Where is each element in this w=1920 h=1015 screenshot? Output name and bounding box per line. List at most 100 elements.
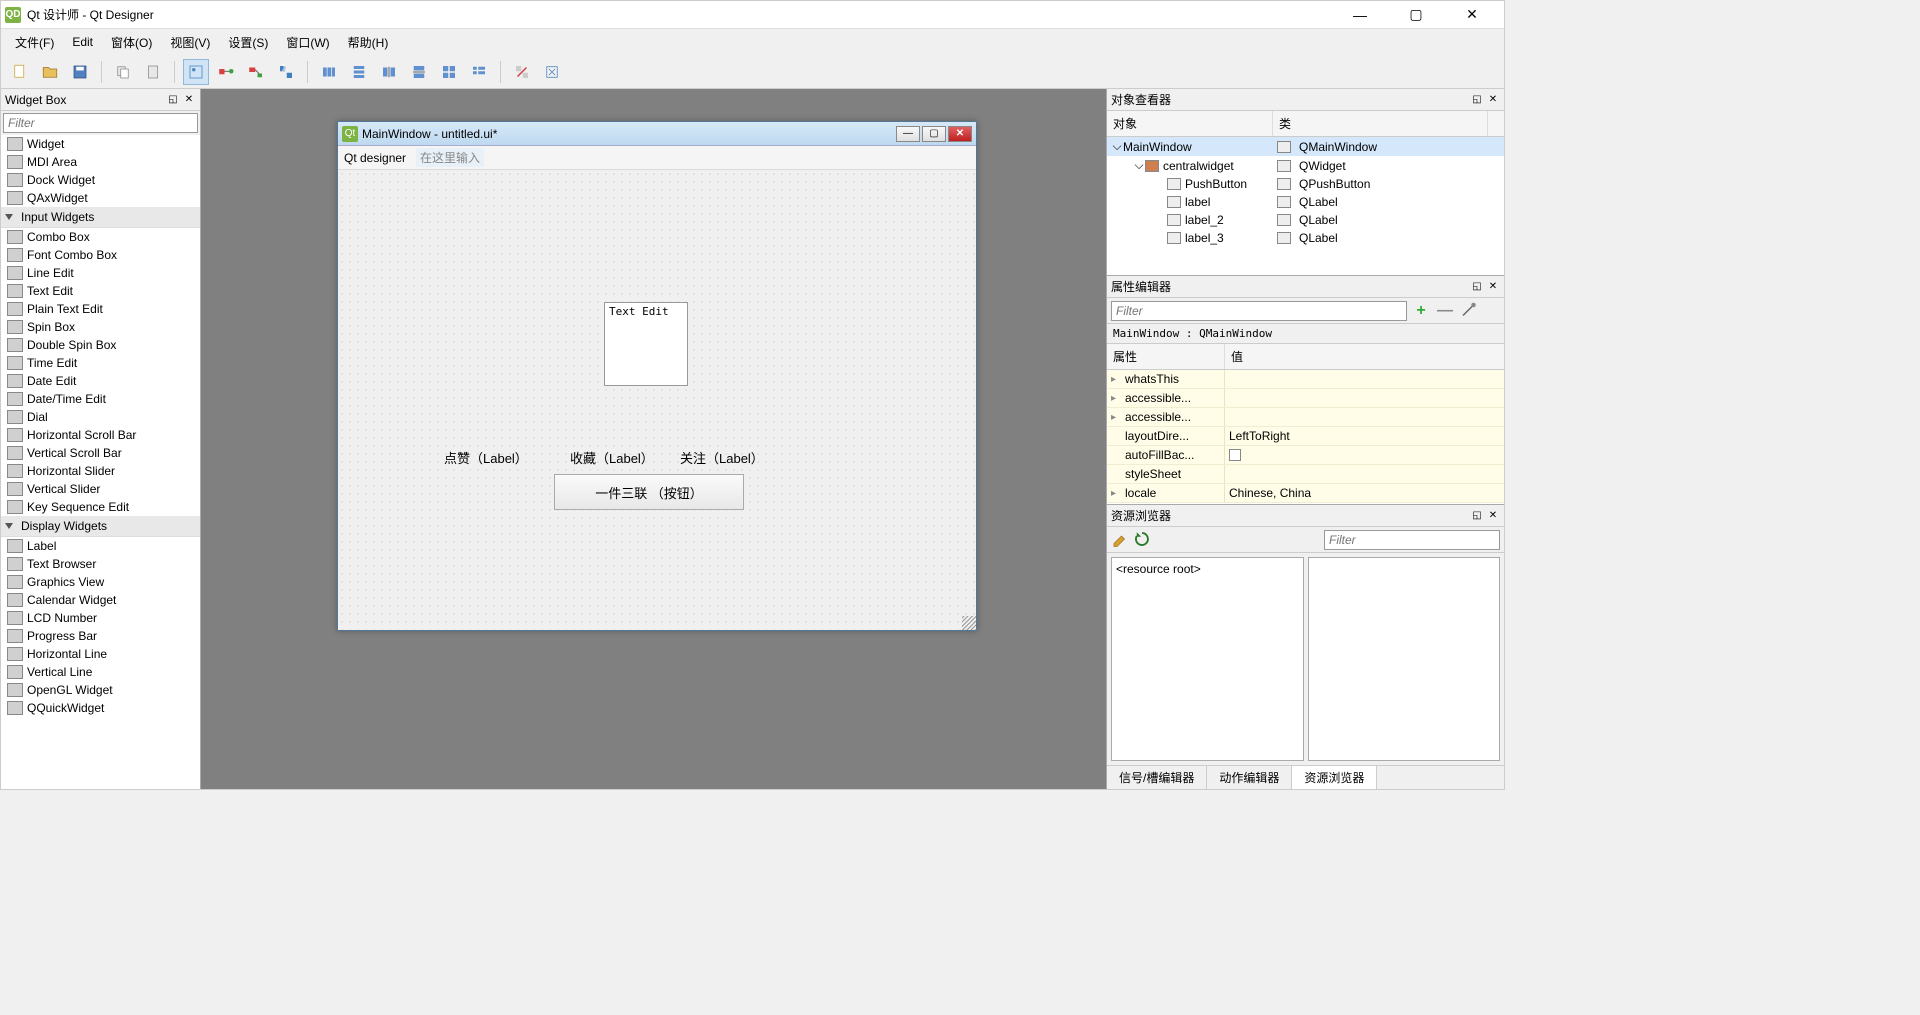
design-form-window[interactable]: Qt MainWindow - untitled.ui* — ▢ ✕ Qt de… — [337, 121, 977, 631]
layout-horizontal-button[interactable] — [316, 59, 342, 85]
widget-item[interactable]: Vertical Line — [1, 663, 200, 681]
layout-horizontal-splitter-button[interactable] — [376, 59, 402, 85]
design-textedit[interactable]: Text Edit — [604, 302, 688, 386]
menu-item[interactable]: 窗体(O) — [103, 31, 160, 54]
panel-float-button[interactable]: ◱ — [1470, 93, 1484, 107]
widget-item[interactable]: Text Browser — [1, 555, 200, 573]
design-menu-item[interactable]: Qt designer — [344, 151, 406, 165]
property-header-value[interactable]: 值 — [1225, 344, 1488, 369]
paste-button[interactable] — [140, 59, 166, 85]
property-value[interactable]: LeftToRight — [1229, 429, 1290, 443]
property-remove-button[interactable]: — — [1435, 301, 1455, 321]
widget-item[interactable]: Double Spin Box — [1, 336, 200, 354]
widget-item[interactable]: Plain Text Edit — [1, 300, 200, 318]
widget-item[interactable]: Horizontal Line — [1, 645, 200, 663]
bottom-tab[interactable]: 资源浏览器 — [1292, 766, 1377, 789]
expand-arrow-icon[interactable]: ▸ — [1111, 412, 1121, 423]
design-minimize-button[interactable]: — — [896, 126, 920, 142]
panel-float-button[interactable]: ◱ — [1470, 280, 1484, 294]
object-row[interactable]: label_2QLabel — [1107, 211, 1504, 229]
edit-signals-button[interactable] — [213, 59, 239, 85]
widget-item[interactable]: Spin Box — [1, 318, 200, 336]
property-add-button[interactable]: + — [1411, 301, 1431, 321]
widget-item[interactable]: Label — [1, 537, 200, 555]
layout-form-button[interactable] — [466, 59, 492, 85]
resource-filter[interactable] — [1324, 530, 1500, 550]
widget-item[interactable]: OpenGL Widget — [1, 681, 200, 699]
widget-item[interactable]: Horizontal Slider — [1, 462, 200, 480]
menu-item[interactable]: 设置(S) — [220, 31, 276, 54]
menu-item[interactable]: 窗口(W) — [278, 31, 337, 54]
object-row[interactable]: labelQLabel — [1107, 193, 1504, 211]
edit-buddies-button[interactable] — [243, 59, 269, 85]
close-button[interactable]: ✕ — [1452, 3, 1492, 27]
expand-arrow-icon[interactable]: ▸ — [1111, 374, 1121, 385]
property-table[interactable]: 属性 值 ▸whatsThis▸accessible...▸accessible… — [1107, 344, 1504, 504]
property-header-name[interactable]: 属性 — [1107, 344, 1225, 369]
widget-item[interactable]: Date Edit — [1, 372, 200, 390]
property-filter[interactable] — [1111, 301, 1407, 321]
expand-arrow-icon[interactable]: ▸ — [1111, 393, 1121, 404]
widget-item[interactable]: Calendar Widget — [1, 591, 200, 609]
panel-float-button[interactable]: ◱ — [166, 93, 180, 107]
expand-arrow-icon[interactable]: ▸ — [1111, 488, 1121, 499]
widget-box-filter[interactable] — [3, 113, 198, 133]
minimize-button[interactable]: — — [1340, 3, 1380, 27]
object-header-class[interactable]: 类 — [1273, 111, 1488, 136]
design-central-widget[interactable]: Text Edit 点赞（Label） 收藏（Label） 关注（Label） … — [338, 170, 976, 630]
property-row[interactable]: autoFillBac... — [1107, 446, 1504, 465]
widget-item[interactable]: Line Edit — [1, 264, 200, 282]
object-row[interactable]: PushButtonQPushButton — [1107, 175, 1504, 193]
widget-item[interactable]: Key Sequence Edit — [1, 498, 200, 516]
panel-close-button[interactable]: ✕ — [1486, 509, 1500, 523]
widget-item[interactable]: QAxWidget — [1, 189, 200, 207]
property-row[interactable]: layoutDire...LeftToRight — [1107, 427, 1504, 446]
property-config-button[interactable] — [1459, 301, 1479, 321]
layout-grid-button[interactable] — [436, 59, 462, 85]
widget-item[interactable]: Dock Widget — [1, 171, 200, 189]
design-label-3[interactable]: 关注（Label） — [680, 448, 764, 467]
design-menu-hint[interactable]: 在这里输入 — [416, 148, 484, 167]
widget-item[interactable]: Graphics View — [1, 573, 200, 591]
new-file-button[interactable] — [7, 59, 33, 85]
copy-button[interactable] — [110, 59, 136, 85]
resize-grip-icon[interactable] — [962, 616, 976, 630]
menu-item[interactable]: 帮助(H) — [340, 31, 397, 54]
edit-widgets-button[interactable] — [183, 59, 209, 85]
resource-preview-pane[interactable] — [1308, 557, 1501, 761]
property-row[interactable]: ▸accessible... — [1107, 408, 1504, 427]
widget-tree[interactable]: WidgetMDI AreaDock WidgetQAxWidgetInput … — [1, 135, 200, 789]
menu-item[interactable]: 视图(V) — [162, 31, 218, 54]
bottom-tab[interactable]: 动作编辑器 — [1207, 766, 1292, 789]
widget-item[interactable]: QQuickWidget — [1, 699, 200, 717]
widget-item[interactable]: Combo Box — [1, 228, 200, 246]
design-label-2[interactable]: 收藏（Label） — [570, 448, 654, 467]
widget-item[interactable]: Dial — [1, 408, 200, 426]
design-maximize-button[interactable]: ▢ — [922, 126, 946, 142]
property-value[interactable]: Chinese, China — [1229, 486, 1311, 500]
object-row[interactable]: ⌵MainWindowQMainWindow — [1107, 137, 1504, 156]
open-file-button[interactable] — [37, 59, 63, 85]
widget-item[interactable]: Font Combo Box — [1, 246, 200, 264]
design-canvas[interactable]: Qt MainWindow - untitled.ui* — ▢ ✕ Qt de… — [201, 89, 1106, 789]
checkbox[interactable] — [1229, 449, 1241, 461]
design-pushbutton[interactable]: 一件三联 （按钮） — [554, 474, 744, 510]
panel-close-button[interactable]: ✕ — [1486, 280, 1500, 294]
edit-resource-button[interactable] — [1111, 530, 1129, 548]
widget-item[interactable]: Widget — [1, 135, 200, 153]
widget-item[interactable]: Text Edit — [1, 282, 200, 300]
panel-float-button[interactable]: ◱ — [1470, 509, 1484, 523]
menu-item[interactable]: 文件(F) — [7, 31, 62, 54]
object-tree[interactable]: 对象 类 ⌵MainWindowQMainWindow⌵centralwidge… — [1107, 111, 1504, 275]
panel-close-button[interactable]: ✕ — [1486, 93, 1500, 107]
widget-item[interactable]: Time Edit — [1, 354, 200, 372]
widget-category[interactable]: Display Widgets — [1, 516, 200, 537]
property-row[interactable]: ▸accessible... — [1107, 389, 1504, 408]
expand-arrow-icon[interactable]: ⌵ — [1133, 158, 1145, 173]
object-header-name[interactable]: 对象 — [1107, 111, 1273, 136]
menu-item[interactable]: Edit — [64, 32, 101, 52]
maximize-button[interactable]: ▢ — [1396, 3, 1436, 27]
widget-item[interactable]: MDI Area — [1, 153, 200, 171]
object-row[interactable]: ⌵centralwidgetQWidget — [1107, 156, 1504, 175]
adjust-size-button[interactable] — [539, 59, 565, 85]
